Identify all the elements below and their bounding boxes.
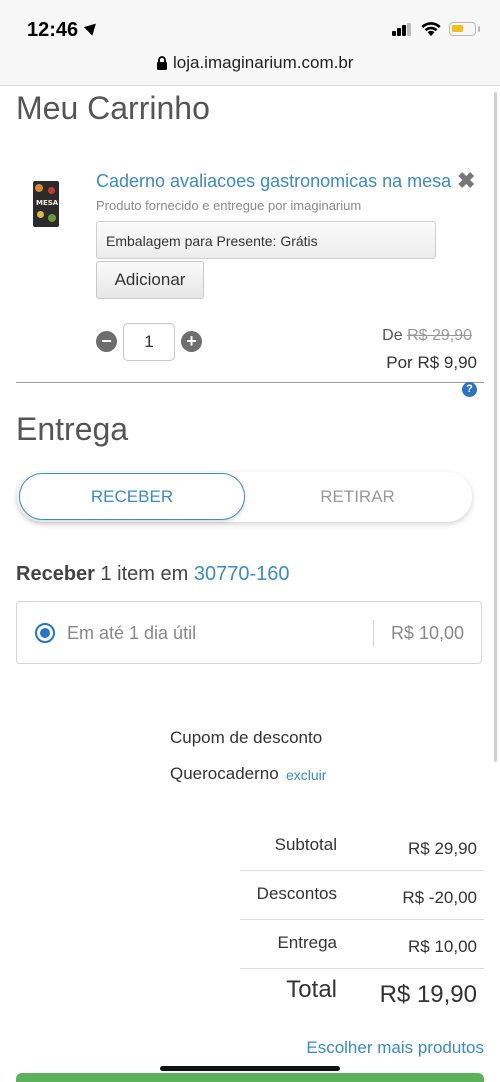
summary-label: Descontos [256, 884, 337, 903]
quantity-input[interactable]: 1 [123, 323, 175, 361]
receive-items: 1 item em [100, 563, 189, 585]
summary-label: Entrega [277, 933, 337, 952]
product-thumbnail[interactable]: MESA [33, 181, 59, 227]
delivery-mode-toggle: RECEBER RETIRAR [17, 472, 472, 522]
url-text: loja.imaginarium.com.br [173, 53, 354, 72]
receive-summary: Receber 1 item em 30770-160 [16, 563, 290, 586]
price-from-value: R$ 29,90 [407, 327, 472, 344]
shipping-option-radio[interactable] [35, 623, 55, 643]
scrollbar[interactable] [494, 92, 497, 762]
add-gift-wrap-button[interactable]: Adicionar [96, 261, 204, 299]
total-value: R$ 19,90 [379, 981, 477, 1008]
decrease-quantity-icon[interactable]: − [96, 331, 117, 352]
product-thumbnail-text: MESA [36, 199, 59, 207]
remove-coupon-link[interactable]: excluir [286, 767, 326, 783]
shipping-option-price: R$ 10,00 [390, 623, 464, 643]
shipping-option-separator [373, 620, 374, 646]
coupon-code: Querocaderno [170, 764, 279, 783]
tab-receber[interactable]: RECEBER [19, 473, 245, 520]
location-icon [83, 19, 101, 36]
seller-info: Produto fornecido e entregue por imagina… [96, 198, 362, 213]
product-name-link[interactable]: Caderno avaliacoes gastronomicas na mesa [96, 171, 451, 192]
summary-value: R$ 29,90 [408, 839, 477, 858]
gift-wrap-box: Embalagem para Presente: Grátis [96, 221, 436, 259]
tab-retirar[interactable]: RETIRAR [245, 473, 470, 520]
original-price: De R$ 29,90 [382, 327, 472, 345]
divider [16, 382, 484, 383]
total-label: Total [286, 976, 337, 1003]
coupon-label: Cupom de desconto [170, 728, 323, 747]
remove-item-icon[interactable]: ✖ [457, 170, 475, 192]
continue-shopping-link[interactable]: Escolher mais produtos [306, 1038, 484, 1058]
summary-row-subtotal: Subtotal R$ 29,90 [240, 822, 484, 871]
summary-value: R$ 10,00 [408, 937, 477, 956]
checkout-button[interactable] [16, 1073, 484, 1082]
price-from-label: De [382, 327, 403, 344]
shipping-option-text: Em até 1 dia útil [67, 623, 197, 643]
status-bar: 12:46 [0, 0, 500, 46]
help-icon[interactable]: ? [462, 382, 477, 397]
summary-label: Subtotal [274, 835, 337, 854]
address-bar[interactable]: loja.imaginarium.com.br [0, 46, 500, 86]
battery-tip [478, 26, 480, 32]
current-price: Por R$ 9,90 [386, 353, 477, 372]
increase-quantity-icon[interactable]: + [181, 331, 202, 352]
lock-icon [157, 56, 167, 70]
receive-prefix: Receber [16, 563, 95, 585]
delivery-title: Entrega [16, 411, 129, 447]
battery-icon [449, 22, 476, 36]
clock: 12:46 [27, 19, 79, 41]
postal-code-link[interactable]: 30770-160 [194, 563, 290, 585]
shipping-option[interactable]: Em até 1 dia útil R$ 10,00 [16, 601, 482, 664]
summary-row-descontos: Descontos R$ -20,00 [240, 871, 484, 920]
summary-row-entrega: Entrega R$ 10,00 [240, 920, 484, 969]
summary-value: R$ -20,00 [402, 888, 477, 907]
page-title: Meu Carrinho [16, 90, 210, 126]
home-indicator[interactable] [160, 1066, 340, 1071]
cellular-signal-icon [392, 23, 412, 36]
wifi-icon [421, 22, 441, 36]
